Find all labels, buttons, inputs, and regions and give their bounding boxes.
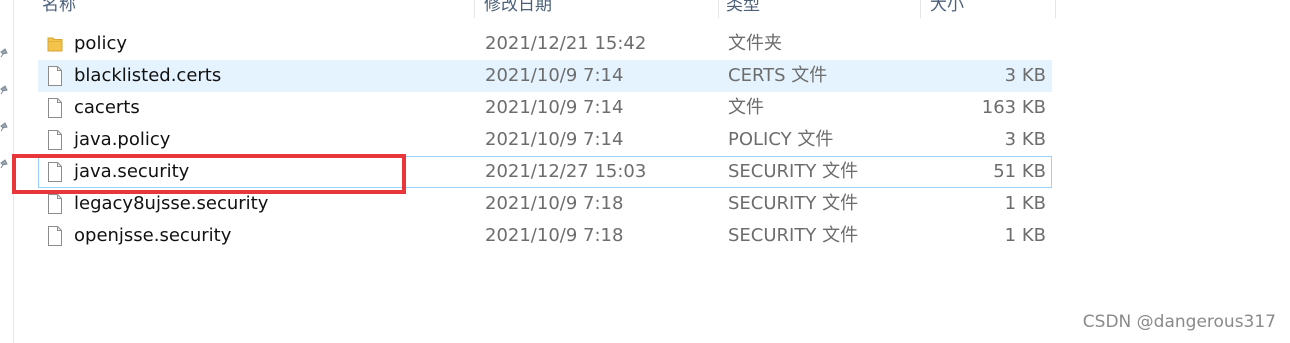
file-type: SECURITY 文件	[728, 225, 859, 246]
file-date: 2021/10/9 7:14	[485, 129, 624, 150]
file-icon	[47, 225, 63, 247]
file-date: 2021/10/9 7:18	[485, 193, 624, 214]
file-type: SECURITY 文件	[728, 161, 859, 182]
file-size: 163 KB	[981, 97, 1046, 118]
pin-icon[interactable]	[0, 159, 8, 169]
file-name: legacy8ujsse.security	[74, 193, 269, 214]
column-divider[interactable]	[718, 0, 719, 18]
file-name: java.policy	[74, 129, 171, 150]
column-header-date[interactable]: 修改日期	[484, 0, 714, 18]
file-size: 3 KB	[1004, 65, 1046, 86]
file-type: 文件夹	[728, 33, 782, 54]
pin-icon[interactable]	[0, 85, 8, 95]
file-size: 1 KB	[1004, 193, 1046, 214]
file-date: 2021/12/27 15:03	[485, 161, 647, 182]
column-divider[interactable]	[920, 0, 921, 18]
file-icon	[47, 97, 63, 119]
list-item[interactable]: openjsse.security 2021/10/9 7:18 SECURIT…	[38, 220, 1052, 252]
file-name: policy	[74, 33, 127, 54]
navigation-pane-edge	[0, 0, 14, 343]
watermark: CSDN @dangerous317	[1082, 312, 1276, 332]
file-name: blacklisted.certs	[74, 65, 222, 86]
list-item[interactable]: java.security 2021/12/27 15:03 SECURITY …	[38, 156, 1052, 188]
file-date: 2021/10/9 7:14	[485, 97, 624, 118]
list-item[interactable]: legacy8ujsse.security 2021/10/9 7:18 SEC…	[38, 188, 1052, 220]
file-icon	[47, 65, 63, 87]
list-item[interactable]: java.policy 2021/10/9 7:14 POLICY 文件 3 K…	[38, 124, 1052, 156]
file-name: openjsse.security	[74, 225, 232, 246]
column-divider[interactable]	[1055, 0, 1056, 18]
file-size: 1 KB	[1004, 225, 1046, 246]
column-header-name[interactable]: 名称	[42, 0, 472, 18]
file-type: 文件	[728, 97, 764, 118]
pin-icon[interactable]	[0, 48, 8, 58]
file-list: policy 2021/12/21 15:42 文件夹 blacklisted.…	[38, 28, 1052, 252]
file-type: POLICY 文件	[728, 129, 834, 150]
file-date: 2021/12/21 15:42	[485, 33, 647, 54]
list-item[interactable]: policy 2021/12/21 15:42 文件夹	[38, 28, 1052, 60]
file-size: 51 KB	[993, 161, 1046, 182]
column-header-size[interactable]: 大小	[930, 0, 1050, 18]
pin-icon[interactable]	[0, 122, 8, 132]
file-type: SECURITY 文件	[728, 193, 859, 214]
file-date: 2021/10/9 7:18	[485, 225, 624, 246]
file-icon	[47, 161, 63, 183]
file-icon	[47, 129, 63, 151]
column-divider[interactable]	[474, 0, 475, 18]
list-item[interactable]: blacklisted.certs 2021/10/9 7:14 CERTS 文…	[38, 60, 1052, 92]
file-date: 2021/10/9 7:14	[485, 65, 624, 86]
file-icon	[47, 193, 63, 215]
file-name: java.security	[74, 161, 190, 182]
file-size: 3 KB	[1004, 129, 1046, 150]
file-name: cacerts	[74, 97, 140, 118]
folder-icon	[47, 33, 63, 55]
list-item[interactable]: cacerts 2021/10/9 7:14 文件 163 KB	[38, 92, 1052, 124]
column-header-type[interactable]: 类型	[726, 0, 916, 18]
file-type: CERTS 文件	[728, 65, 828, 86]
